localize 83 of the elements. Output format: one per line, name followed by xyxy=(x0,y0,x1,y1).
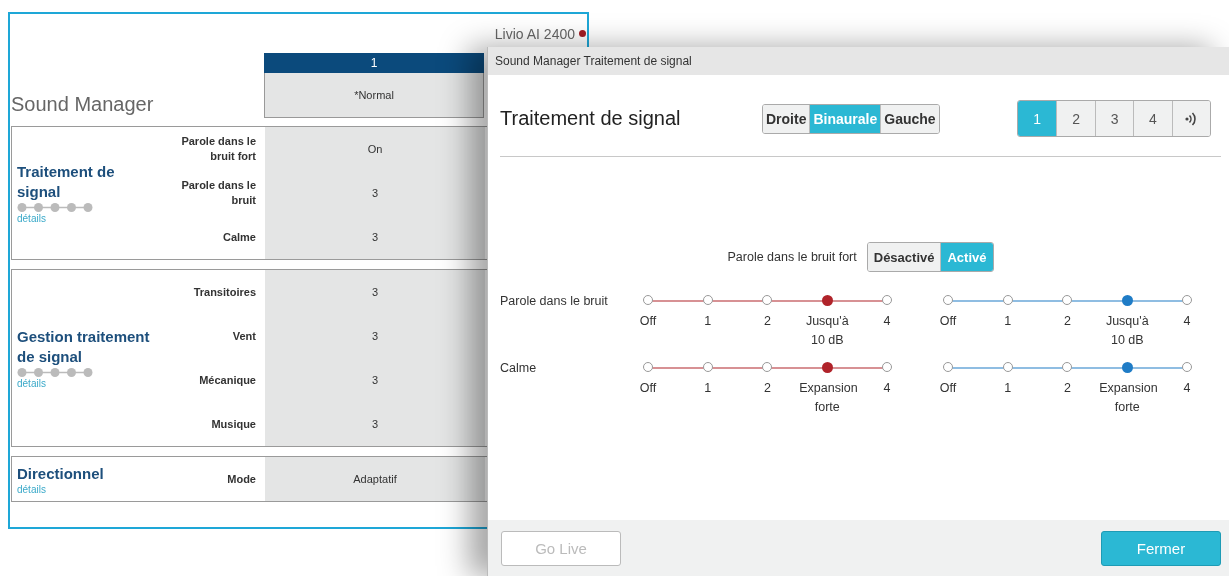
details-link[interactable]: détails xyxy=(17,378,46,389)
group-title: Gestion traitement de signal xyxy=(17,327,151,367)
stop-label: Off xyxy=(938,380,958,397)
side-tab[interactable]: Droite xyxy=(763,104,810,133)
stop-label: 1 xyxy=(703,380,713,397)
setting-value: 3 xyxy=(265,270,485,314)
slider-stop[interactable] xyxy=(1182,295,1193,305)
stop-label: 4 xyxy=(882,313,892,330)
setting-label: Transitoires xyxy=(192,284,257,300)
slider-stop[interactable] xyxy=(1002,362,1013,372)
app-title: Sound Manager xyxy=(11,93,155,117)
program-name: *Normal xyxy=(264,73,484,118)
setting-value: Adaptatif xyxy=(265,457,485,501)
stop-label: Off xyxy=(638,313,658,330)
stream-tab[interactable] xyxy=(1171,101,1210,136)
setting-value: On xyxy=(265,127,485,171)
window-title: Sound Manager Traitement de signal xyxy=(488,47,1229,75)
program-tab[interactable]: 1 xyxy=(1018,101,1057,136)
setting-label: Vent xyxy=(231,328,257,344)
sound-waves-icon xyxy=(1185,110,1198,127)
slider-thumb[interactable] xyxy=(1121,362,1133,373)
stop-label: 1 xyxy=(1003,313,1013,330)
stop-label: 2 xyxy=(763,380,772,397)
stop-label: 2 xyxy=(763,313,772,330)
setting-value: 3 xyxy=(265,402,485,446)
slider-stop[interactable] xyxy=(1002,295,1013,305)
program-tab[interactable]: 4 xyxy=(1133,101,1172,136)
setting-label: Mode xyxy=(226,471,257,487)
dialog-heading: Traitement de signal xyxy=(500,107,682,130)
stop-label: Jusqu'à 10 dB xyxy=(1104,313,1150,349)
toggle-label: Parole dans le bruit fort xyxy=(727,250,857,264)
setting-label: Calme xyxy=(221,229,257,245)
details-link[interactable]: détails xyxy=(17,213,46,224)
toggle-option[interactable]: Désactivé xyxy=(867,243,941,271)
group-title: Directionnel xyxy=(17,463,104,484)
setting-label: Parole dans le bruit xyxy=(180,178,257,208)
setting-label: Musique xyxy=(210,416,257,432)
stop-label: 4 xyxy=(1182,313,1192,330)
stop-label: Off xyxy=(938,313,958,330)
slider-stop[interactable] xyxy=(642,295,653,305)
program-tab[interactable]: 3 xyxy=(1094,101,1134,136)
slider-stop[interactable] xyxy=(882,362,893,372)
slider-stop[interactable] xyxy=(1062,362,1073,372)
device-name: Livio AI 2400 xyxy=(494,25,575,42)
stop-label: Jusqu'à 10 dB xyxy=(804,313,850,349)
slider-label: Parole dans le bruit xyxy=(500,294,609,310)
footer-button[interactable]: Fermer xyxy=(1101,531,1221,566)
stop-label: 1 xyxy=(703,313,713,330)
toggle-option[interactable]: Activé xyxy=(940,243,993,271)
slider-stop[interactable] xyxy=(642,362,653,372)
stop-label: Expansion forte xyxy=(799,380,856,416)
setting-label: Mécanique xyxy=(198,372,257,388)
slider-stop[interactable] xyxy=(702,295,713,305)
slider-stop[interactable] xyxy=(942,362,953,372)
stop-label: Expansion forte xyxy=(1099,380,1156,416)
column-header: 1 xyxy=(264,53,484,73)
slider-stop[interactable] xyxy=(762,362,773,372)
stop-label: Off xyxy=(638,380,658,397)
slider-stop[interactable] xyxy=(942,295,953,305)
stop-label: 4 xyxy=(1182,380,1192,397)
slider-thumb[interactable] xyxy=(1121,295,1133,306)
group-title: Traitement de signal xyxy=(17,162,116,202)
slider-stop[interactable] xyxy=(1062,295,1073,305)
stop-label: 1 xyxy=(1003,380,1013,397)
slider-thumb[interactable] xyxy=(821,362,833,373)
slider-stop[interactable] xyxy=(762,295,773,305)
stop-label: 4 xyxy=(882,380,892,397)
setting-value: 3 xyxy=(265,314,485,358)
stop-label: 2 xyxy=(1063,380,1072,397)
side-tab[interactable]: Binaurale xyxy=(809,104,881,133)
setting-label: Parole dans le bruit fort xyxy=(180,134,257,164)
slider-thumb[interactable] xyxy=(821,295,833,306)
setting-value: 3 xyxy=(265,171,485,215)
setting-value: 3 xyxy=(265,215,485,259)
details-link[interactable]: détails xyxy=(17,483,46,495)
slider-stop[interactable] xyxy=(882,295,893,305)
setting-value: 3 xyxy=(265,358,485,402)
program-tab[interactable]: 2 xyxy=(1056,101,1095,136)
slider-stop[interactable] xyxy=(702,362,713,372)
side-tab[interactable]: Gauche xyxy=(880,104,939,133)
stop-label: 2 xyxy=(1063,313,1072,330)
slider-label: Calme xyxy=(500,361,538,377)
slider-stop[interactable] xyxy=(1182,362,1193,372)
